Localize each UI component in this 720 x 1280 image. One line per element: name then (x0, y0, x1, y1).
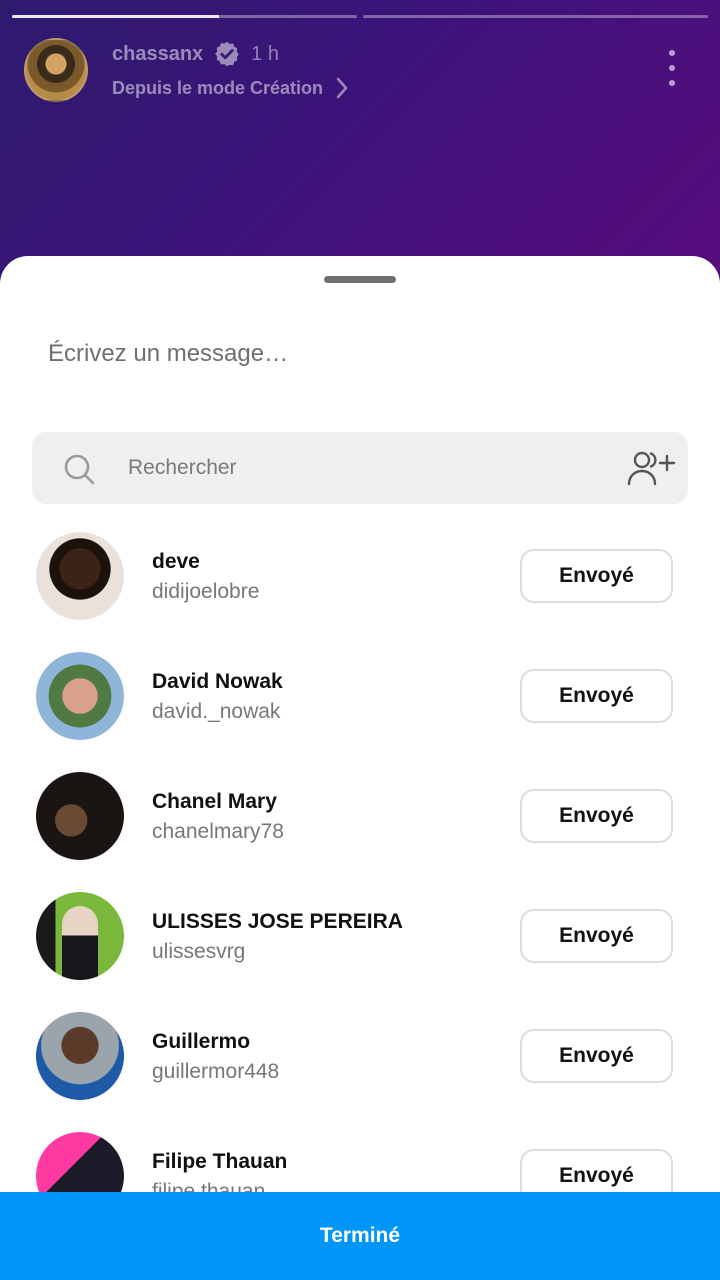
story-progress-segment-2 (363, 15, 708, 18)
verified-badge-icon (215, 41, 240, 67)
recipient-name: deve (152, 550, 200, 573)
story-author-avatar[interactable] (24, 38, 88, 102)
story-time: 1 h (251, 42, 279, 65)
search-input[interactable] (128, 446, 598, 490)
recipient-name: Chanel Mary (152, 790, 277, 813)
recipient-row[interactable]: Chanel Mary chanelmary78 Envoyé (0, 752, 720, 872)
recipient-username: didijoelobre (152, 580, 260, 603)
recipient-row[interactable]: deve didijoelobre Envoyé (0, 512, 720, 632)
story-progress-segment-1 (12, 15, 357, 18)
sent-button[interactable]: Envoyé (520, 1029, 673, 1083)
search-icon (64, 454, 95, 485)
recipient-name: David Nowak (152, 670, 283, 693)
story-source-label: Depuis le mode Création (112, 77, 324, 98)
share-sheet: deve didijoelobre Envoyé David Nowak dav… (0, 256, 720, 1280)
message-input[interactable] (48, 334, 668, 374)
recipient-username: david._nowak (152, 700, 281, 723)
recipient-avatar (36, 892, 124, 980)
sent-button[interactable]: Envoyé (520, 669, 673, 723)
done-button[interactable]: Terminé (0, 1192, 720, 1280)
add-people-icon[interactable] (626, 448, 676, 488)
more-options-icon[interactable] (664, 50, 680, 86)
recipient-avatar (36, 652, 124, 740)
search-bar[interactable] (32, 432, 688, 504)
recipient-name: Filipe Thauan (152, 1150, 288, 1173)
recipient-username: ulissesvrg (152, 940, 246, 963)
recipient-username: chanelmary78 (152, 820, 284, 843)
chevron-right-icon (336, 77, 348, 99)
story-header: chassanx 1 h (112, 40, 279, 68)
sent-button[interactable]: Envoyé (520, 909, 673, 963)
recipient-row[interactable]: Guillermo guillermor448 Envoyé (0, 992, 720, 1112)
sheet-drag-handle[interactable] (324, 276, 396, 283)
sent-button[interactable]: Envoyé (520, 789, 673, 843)
story-username[interactable]: chassanx (112, 43, 203, 66)
recipient-avatar (36, 772, 124, 860)
sent-button[interactable]: Envoyé (520, 549, 673, 603)
recipient-avatar (36, 1012, 124, 1100)
recipient-avatar (36, 532, 124, 620)
recipient-list: deve didijoelobre Envoyé David Nowak dav… (0, 512, 720, 1232)
recipient-name: Guillermo (152, 1030, 251, 1053)
recipient-username: guillermor448 (152, 1060, 280, 1083)
story-progress (12, 15, 708, 18)
recipient-name: ULISSES JOSE PEREIRA (152, 910, 403, 933)
recipient-row[interactable]: David Nowak david._nowak Envoyé (0, 632, 720, 752)
recipient-row[interactable]: ULISSES JOSE PEREIRA ulissesvrg Envoyé (0, 872, 720, 992)
story-source-link[interactable]: Depuis le mode Création (112, 77, 349, 99)
